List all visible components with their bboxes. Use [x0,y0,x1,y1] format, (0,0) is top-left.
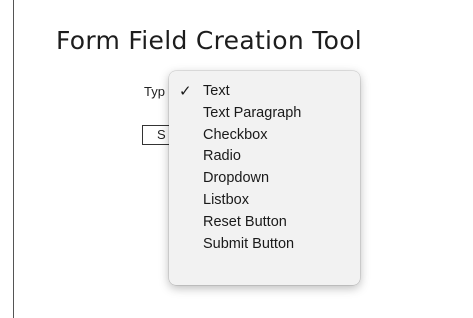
menu-item-label: Submit Button [203,235,295,252]
menu-item-text[interactable]: ✓ Text [169,81,360,103]
menu-item-text-paragraph[interactable]: Text Paragraph [169,103,360,125]
field-type-dropdown-menu: ✓ Text Text Paragraph Checkbox Radio Dro… [169,71,360,285]
menu-item-label: Text Paragraph [203,104,302,121]
menu-item-label: Dropdown [203,170,270,187]
menu-item-label: Text [203,83,230,99]
menu-item-label: Reset Button [203,213,287,230]
menu-item-label: Listbox [203,191,249,208]
checkmark-icon: ✓ [179,82,192,100]
menu-item-label: Checkbox [203,126,268,143]
page-title: Form Field Creation Tool [56,26,363,55]
menu-item-radio[interactable]: Radio [169,146,360,168]
menu-item-dropdown[interactable]: Dropdown [169,168,360,190]
menu-item-submit-button[interactable]: Submit Button [169,234,360,256]
menu-item-label: Radio [203,148,241,165]
menu-item-reset-button[interactable]: Reset Button [169,212,360,234]
left-divider [13,0,14,318]
type-label: Typ [144,84,165,99]
menu-item-listbox[interactable]: Listbox [169,190,360,212]
menu-item-checkbox[interactable]: Checkbox [169,125,360,147]
